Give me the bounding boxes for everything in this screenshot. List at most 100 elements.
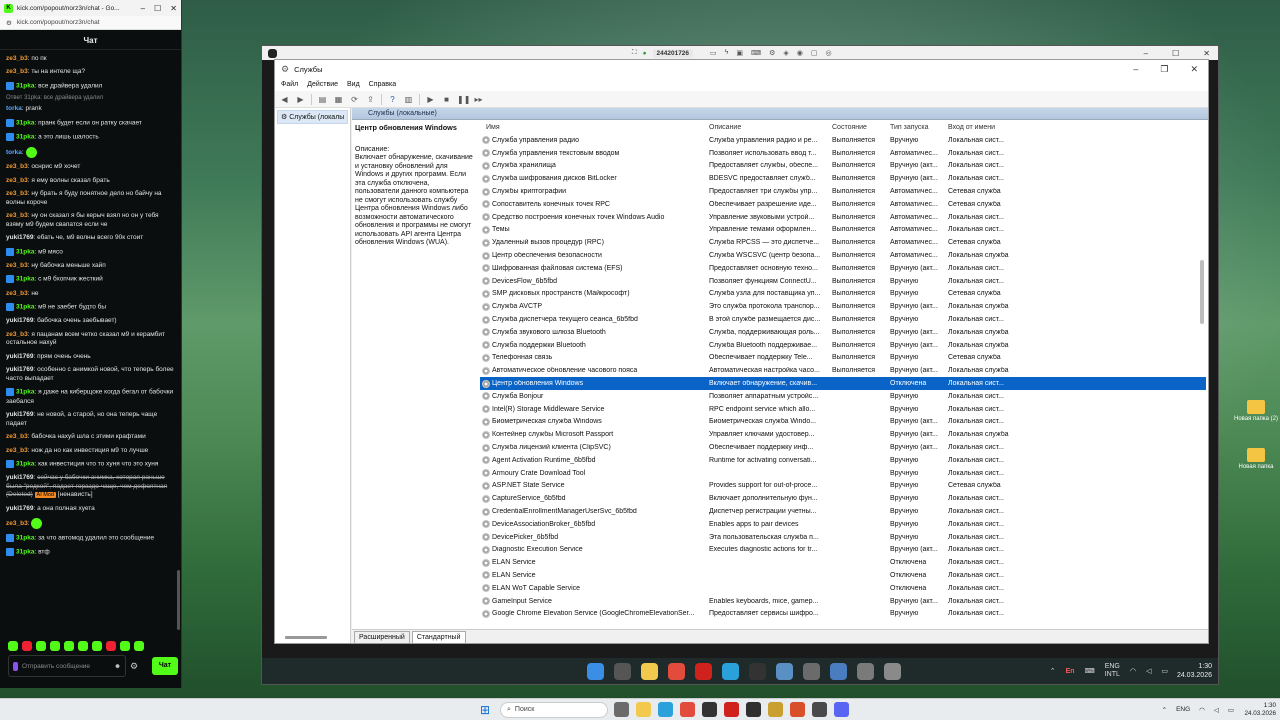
battery-icon[interactable]: ▭ [1228, 706, 1234, 714]
service-row[interactable]: Темы Управление темами оформлен... Выполня… [480, 224, 1206, 237]
close-icon[interactable]: ✕ [1203, 49, 1210, 58]
service-row[interactable]: Центр обновления Windows Включает обнаруж… [480, 377, 1206, 390]
chat-username[interactable]: ze3_b3 [6, 290, 28, 297]
refresh-icon[interactable]: ⟳ [349, 94, 360, 105]
minimize-icon[interactable]: – [141, 4, 145, 13]
chat-input[interactable]: Отправить сообщение ☻ [8, 655, 126, 677]
chat-username[interactable]: 31pka [16, 82, 34, 89]
service-row[interactable]: ELAN WoT Capable Service Отключена Локальн… [480, 582, 1206, 595]
volume-icon[interactable]: ◁ [1146, 667, 1151, 675]
photos-icon[interactable] [776, 662, 793, 680]
service-row[interactable]: Служба хранилища Предоставляет службы, об… [480, 160, 1206, 173]
microphone-icon[interactable] [13, 661, 18, 671]
minimize-icon[interactable]: – [1144, 49, 1148, 58]
help-icon[interactable]: ? [387, 94, 398, 105]
menu-action[interactable]: Действие [307, 81, 338, 88]
shield-icon[interactable]: ◈ [783, 49, 788, 57]
app-icon[interactable] [812, 702, 827, 717]
restart-service-icon[interactable]: ▸▸ [473, 94, 484, 105]
input-indicator[interactable]: En [1066, 668, 1075, 675]
camera-icon[interactable]: ▢ [811, 49, 818, 57]
fullscreen-icon[interactable]: ⛶ [632, 49, 637, 57]
monitor-icon[interactable]: ▣ [736, 49, 743, 57]
service-row[interactable]: ASP.NET State Service Provides support fo… [480, 480, 1206, 493]
back-arrow-icon[interactable]: ◀ [279, 94, 290, 105]
chat-username[interactable]: yuki1769 [6, 353, 33, 360]
service-row[interactable]: Сопоставитель конечных точек RPC Обеспечи… [480, 198, 1206, 211]
opera-icon[interactable] [695, 662, 712, 680]
app-icon[interactable] [830, 662, 847, 680]
chat-username[interactable]: ze3_b3 [6, 520, 28, 527]
start-service-icon[interactable]: ▶ [425, 94, 436, 105]
chat-username[interactable]: yuki1769 [6, 317, 33, 324]
chrome-icon[interactable] [668, 662, 685, 680]
chat-username[interactable]: yuki1769 [6, 505, 33, 512]
host-clock[interactable]: 1:30 24.03.2026 [1244, 702, 1276, 718]
column-log-on-as[interactable]: Вход от имени [948, 124, 1018, 131]
chat-username[interactable]: ze3_b3 [6, 190, 28, 197]
app-icon[interactable] [768, 702, 783, 717]
chat-username[interactable]: 31pka [16, 248, 34, 255]
chat-username[interactable]: 31pka [16, 535, 34, 542]
service-row[interactable]: Телефонная связь Обеспечивает поддержку T… [480, 352, 1206, 365]
show-pane-icon[interactable]: ▥ [403, 94, 414, 105]
record-icon[interactable]: ◉ [797, 49, 803, 57]
chat-username[interactable]: yuki1769 [6, 474, 33, 481]
menu-file[interactable]: Файл [281, 81, 298, 88]
language-indicator[interactable]: ENG [1176, 706, 1190, 713]
service-row[interactable]: DevicePicker_6b5fbd Эта пользовательская … [480, 531, 1206, 544]
keyboard-icon[interactable]: ⌨ [751, 49, 761, 57]
service-row[interactable]: DevicesFlow_6b5fbd Позволяет функциям Con… [480, 275, 1206, 288]
volume-icon[interactable]: ◁ [1214, 706, 1219, 714]
telegram-icon[interactable] [658, 702, 673, 717]
service-row[interactable]: GameInput Service Enables keyboards, mice… [480, 595, 1206, 608]
chat-username[interactable]: ze3_b3 [6, 262, 28, 269]
remote-clock[interactable]: 1:30 24.03.2026 [1177, 662, 1212, 680]
emote-icon[interactable] [106, 641, 116, 651]
chat-username[interactable]: torka [6, 149, 22, 156]
service-row[interactable]: Центр обеспечения безопасности Служба WSC… [480, 249, 1206, 262]
desktop-folder-icon[interactable]: Новая папка (2) [1233, 400, 1279, 424]
tray-chevron-icon[interactable]: ⌃ [1050, 667, 1056, 675]
emote-icon[interactable] [8, 641, 18, 651]
service-row[interactable]: Diagnostic Execution Service Executes dia… [480, 544, 1206, 557]
chat-username[interactable]: 31pka [16, 119, 34, 126]
menu-view[interactable]: Вид [347, 81, 360, 88]
emote-icon[interactable] [134, 641, 144, 651]
service-row[interactable]: CredentialEnrollmentManagerUserSvc_6b5fb… [480, 505, 1206, 518]
chat-username[interactable]: ze3_b3 [6, 55, 28, 62]
address-bar[interactable]: ⚙ kick.com/popout/norz3n/chat [0, 16, 181, 30]
service-row[interactable]: Служба Bonjour Позволяет аппаратным устро… [480, 390, 1206, 403]
service-row[interactable]: Шифрованная файловая система (EFS) Предос… [480, 262, 1206, 275]
console-tree-icon[interactable]: ▤ [317, 94, 328, 105]
app-icon[interactable] [884, 662, 901, 680]
restore-icon[interactable]: ❐ [1160, 64, 1168, 75]
column-description[interactable]: Описание [709, 124, 832, 131]
maximize-icon[interactable]: ☐ [1172, 49, 1179, 58]
menu-help[interactable]: Справка [369, 81, 396, 88]
service-row[interactable]: Служба звукового шлюза Bluetooth Служба, … [480, 326, 1206, 339]
app-icon[interactable] [749, 662, 766, 680]
emote-icon[interactable] [92, 641, 102, 651]
service-row[interactable]: Средство построения конечных точек Windo… [480, 211, 1206, 224]
chat-username[interactable]: 31pka [16, 549, 34, 556]
file-explorer-icon[interactable] [636, 702, 651, 717]
chat-username[interactable]: ze3_b3 [6, 433, 28, 440]
chat-username[interactable]: ze3_b3 [6, 212, 28, 219]
service-row[interactable]: Служба управления текстовым вводом Позвол… [480, 147, 1206, 160]
eye-icon[interactable]: ◎ [825, 49, 831, 57]
minimize-icon[interactable]: – [1133, 64, 1138, 75]
service-row[interactable]: Armoury Crate Download Tool Вручную Локаль… [480, 467, 1206, 480]
chat-username[interactable]: yuki1769 [6, 234, 33, 241]
list-vertical-scrollbar[interactable] [1200, 260, 1204, 324]
chat-username[interactable]: 31pka [16, 304, 34, 311]
service-row[interactable]: Служба диспетчера текущего сеанса_6b5fbd… [480, 313, 1206, 326]
settings-icon[interactable]: ⚙ [769, 49, 775, 57]
service-row[interactable]: Служба шифрования дисков BitLocker BDESVC… [480, 172, 1206, 185]
emote-icon[interactable] [50, 641, 60, 651]
telegram-icon[interactable] [722, 662, 739, 680]
windows-start-icon[interactable]: ⊞ [480, 703, 490, 717]
service-row[interactable]: Служба лицензий клиента (ClipSVC) Обеспеч… [480, 441, 1206, 454]
chat-username[interactable]: ze3_b3 [6, 68, 28, 75]
wifi-icon[interactable]: ◠ [1199, 706, 1205, 714]
